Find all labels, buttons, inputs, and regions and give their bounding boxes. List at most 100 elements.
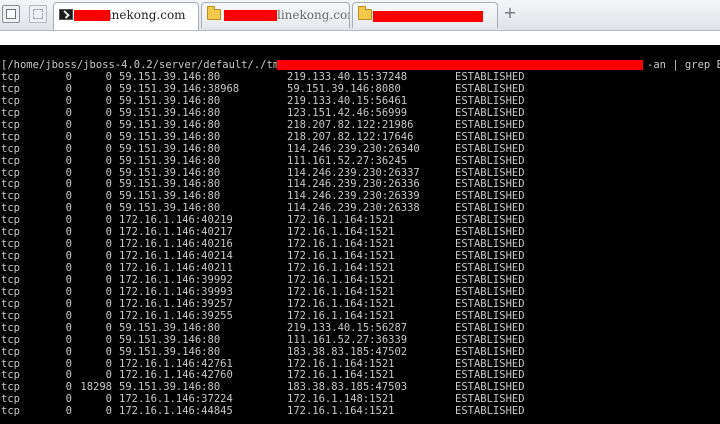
cell-proto: tcp <box>1 71 20 83</box>
cell-state: ESTABLISHED <box>455 142 525 155</box>
cell-proto: tcp <box>1 405 20 418</box>
cell-sendq: 0 <box>105 238 112 251</box>
folder-icon <box>358 6 372 20</box>
cell-recvq: 0 <box>65 393 72 406</box>
cell-state: ESTABLISHED <box>455 226 525 239</box>
cell-sendq: 0 <box>105 178 112 191</box>
table-row: tcp 0 0 59.151.39.146:80 114.246.239.230:263… <box>0 143 720 155</box>
table-row: tcp 0 0 59.151.39.146:80 114.246.239.230:263… <box>0 167 720 179</box>
table-row: tcp 0 0 172.16.1.146:40214 172.16.1.164:1521… <box>0 250 720 262</box>
cell-local: 172.16.1.146:39992 <box>119 273 233 286</box>
cell-sendq: 0 <box>105 154 112 167</box>
cell-sendq: 0 <box>105 309 112 322</box>
cell-state: ESTABLISHED <box>455 214 525 227</box>
table-row: tcp 0 0 172.16.1.146:40216 172.16.1.164:1521… <box>0 238 720 250</box>
cell-sendq: 0 <box>105 130 112 143</box>
cell-sendq: 0 <box>105 393 112 406</box>
cell-recvq: 0 <box>65 309 72 322</box>
cell-foreign: 172.16.1.164:1521 <box>287 250 395 263</box>
cell-proto: tcp <box>1 273 20 286</box>
cell-proto: tcp <box>1 202 20 215</box>
terminal-top-margin <box>0 31 720 45</box>
cell-foreign: 172.16.1.164:1521 <box>287 297 395 310</box>
cell-local: 59.151.39.146:80 <box>119 71 221 83</box>
tab-folder-session-2[interactable] <box>352 2 498 28</box>
cell-state: ESTABLISHED <box>455 369 525 382</box>
cell-proto: tcp <box>1 333 20 346</box>
table-row: tcp 0 0 172.16.1.146:39993 172.16.1.164:1521… <box>0 286 720 298</box>
table-row: tcp 0 0 59.151.39.146:80 114.246.239.230:263… <box>0 202 720 214</box>
tab-folder-session[interactable]: linekong.com <box>201 2 350 28</box>
cell-recvq: 0 <box>65 226 72 239</box>
redaction-mark <box>224 10 277 21</box>
cell-state: ESTABLISHED <box>455 357 525 370</box>
cell-state: ESTABLISHED <box>455 202 525 215</box>
cell-proto: tcp <box>1 106 20 119</box>
cell-foreign: 219.133.40.15:56461 <box>287 94 408 107</box>
cell-proto: tcp <box>1 297 20 310</box>
cell-proto: tcp <box>1 178 20 191</box>
cell-sendq: 0 <box>105 106 112 119</box>
cell-state: ESTABLISHED <box>455 238 525 251</box>
tab-label: linekong.com <box>104 8 186 22</box>
cell-local: 59.151.39.146:80 <box>119 94 221 107</box>
cell-sendq: 0 <box>105 405 112 418</box>
cell-foreign: 183.38.83.185:47502 <box>287 345 408 358</box>
cell-local: 172.16.1.146:39257 <box>119 297 233 310</box>
cell-local: 59.151.39.146:80 <box>119 118 221 131</box>
cell-foreign: 183.38.83.185:47503 <box>287 381 408 394</box>
cell-recvq: 0 <box>65 94 72 107</box>
cell-local: 172.16.1.146:37224 <box>119 393 233 406</box>
cell-local: 172.16.1.146:40216 <box>119 238 233 251</box>
cell-recvq: 0 <box>65 202 72 215</box>
cell-recvq: 0 <box>65 190 72 203</box>
cell-state: ESTABLISHED <box>455 250 525 263</box>
table-row: tcp 0 0 59.151.39.146:38968 59.151.39.146:80… <box>0 83 720 95</box>
cell-sendq: 0 <box>105 142 112 155</box>
tab-bar: linekong.com linekong.com + <box>0 0 720 31</box>
cell-sendq: 0 <box>105 345 112 358</box>
table-row: tcp 0 0 172.16.1.146:42760 172.16.1.164:1521… <box>0 369 720 381</box>
cell-foreign: 114.246.239.230:26340 <box>287 142 420 155</box>
cell-local: 59.151.39.146:80 <box>119 190 221 203</box>
cell-proto: tcp <box>1 369 20 382</box>
cell-foreign: 219.133.40.15:56287 <box>287 321 408 334</box>
cell-foreign: 172.16.1.164:1521 <box>287 226 395 239</box>
table-row: tcp 0 0 172.16.1.146:37224 172.16.1.148:1521… <box>0 393 720 405</box>
command-line: [/home/jboss/jboss-4.0.2/server/default/… <box>1 59 720 71</box>
cell-state: ESTABLISHED <box>455 82 525 95</box>
cell-sendq: 18298 <box>80 381 112 394</box>
cell-recvq: 0 <box>65 166 72 179</box>
cell-recvq: 0 <box>65 142 72 155</box>
netstat-rows: tcp 0 0 59.151.39.146:80 219.133.40.15:37248… <box>0 71 720 417</box>
cell-state: ESTABLISHED <box>455 405 525 418</box>
table-row: tcp 0 0 172.16.1.146:40219 172.16.1.164:1521… <box>0 214 720 226</box>
cell-state: ESTABLISHED <box>455 71 525 83</box>
cell-foreign: 219.133.40.15:37248 <box>287 71 408 83</box>
tab-terminal-session[interactable]: linekong.com <box>53 2 199 30</box>
cell-foreign: 172.16.1.164:1521 <box>287 309 395 322</box>
cell-recvq: 0 <box>65 238 72 251</box>
terminal-output[interactable]: [/home/jboss/jboss-4.0.2/server/default/… <box>0 45 720 424</box>
cell-sendq: 0 <box>105 369 112 382</box>
cell-proto: tcp <box>1 321 20 334</box>
cell-proto: tcp <box>1 285 20 298</box>
cell-local: 59.151.39.146:80 <box>119 166 221 179</box>
terminal-icon <box>59 9 73 20</box>
cell-sendq: 0 <box>105 273 112 286</box>
cell-proto: tcp <box>1 357 20 370</box>
restore-button[interactable] <box>29 5 47 23</box>
new-tab-button[interactable]: + <box>502 4 518 22</box>
cell-sendq: 0 <box>105 118 112 131</box>
cell-proto: tcp <box>1 345 20 358</box>
cell-foreign: 114.246.239.230:26336 <box>287 178 420 191</box>
table-row: tcp 0 0 59.151.39.146:80 114.246.239.230:263… <box>0 190 720 202</box>
cell-recvq: 0 <box>65 405 72 418</box>
cell-proto: tcp <box>1 82 20 95</box>
cell-proto: tcp <box>1 250 20 263</box>
cell-proto: tcp <box>1 381 20 394</box>
cell-recvq: 0 <box>65 118 72 131</box>
command-suffix: -an | grep E <box>647 59 720 71</box>
window-menu-button[interactable] <box>2 5 20 23</box>
cell-sendq: 0 <box>105 202 112 215</box>
